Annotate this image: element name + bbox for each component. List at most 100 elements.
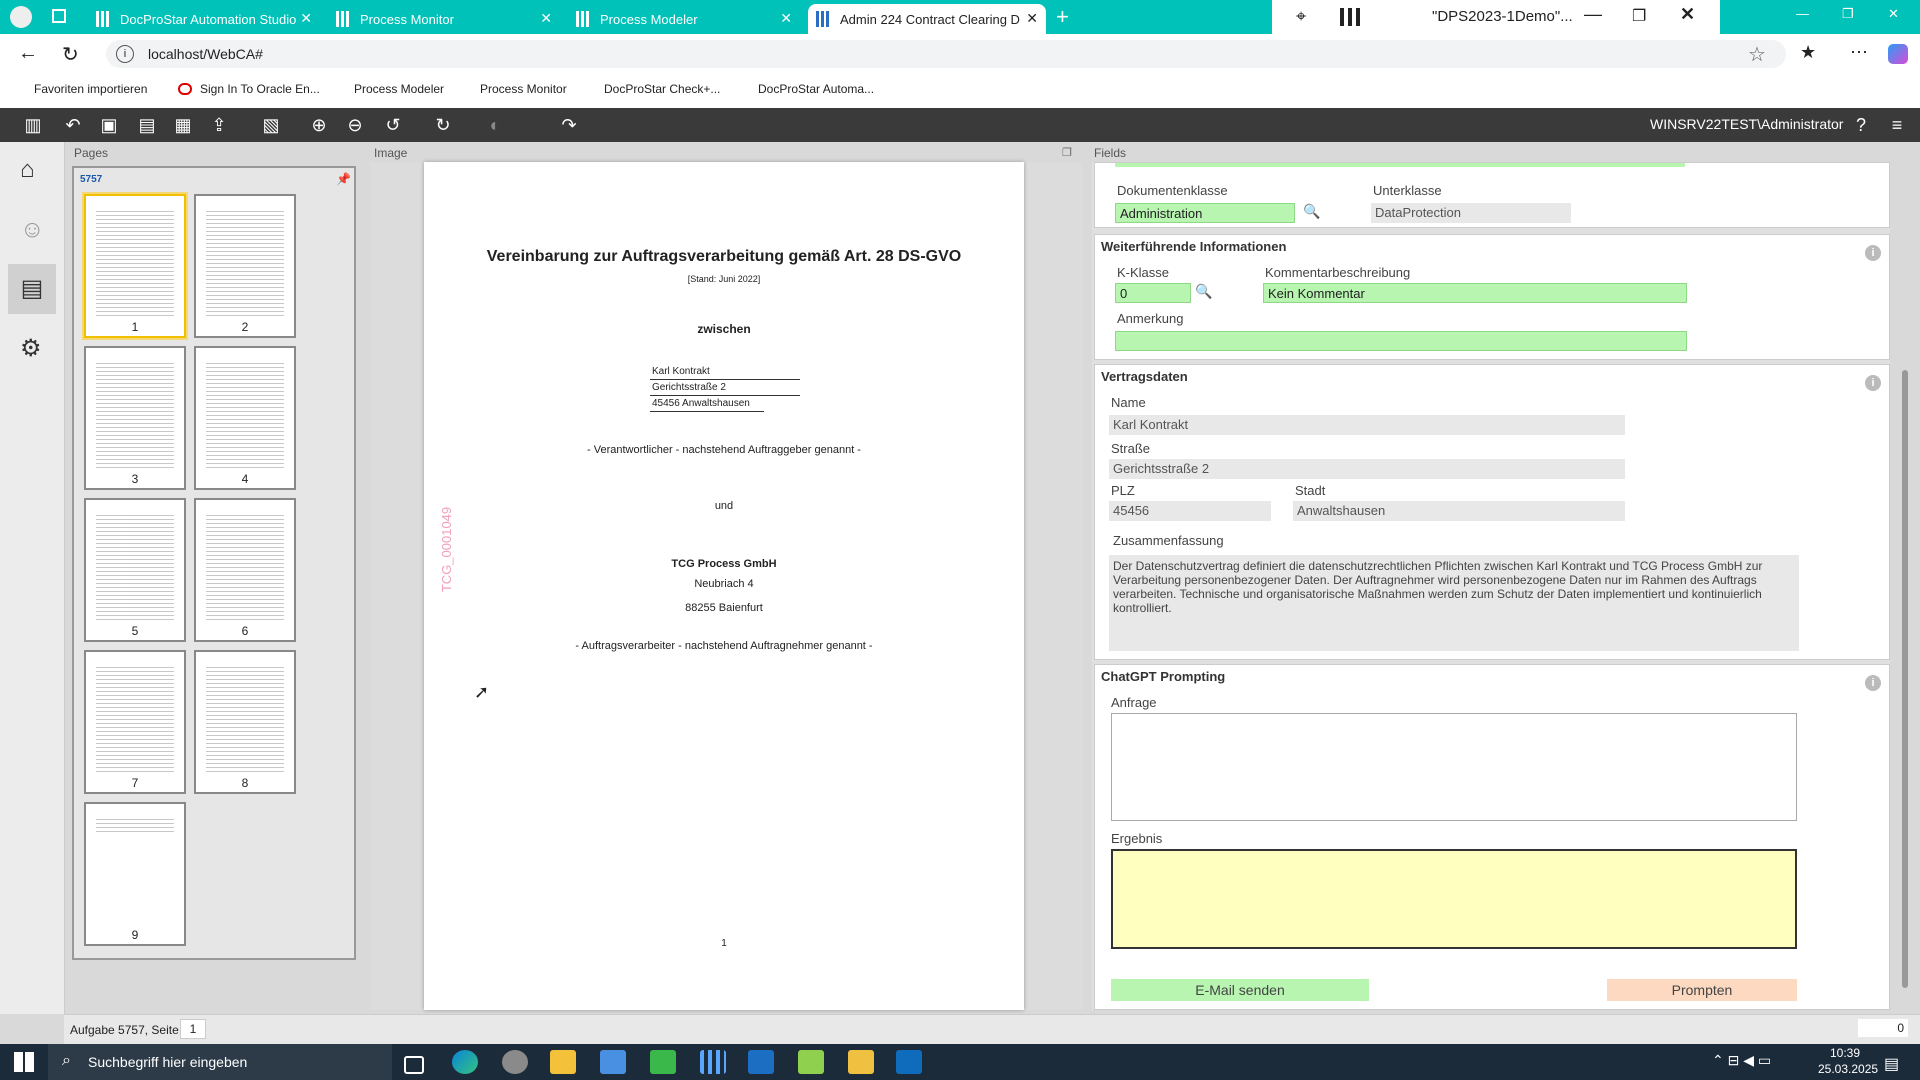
app-icon[interactable]: [650, 1050, 676, 1074]
document-page[interactable]: Vereinbarung zur Auftragsverarbeitung ge…: [424, 162, 1024, 1010]
maximize-icon[interactable]: ❐: [1062, 146, 1072, 159]
rotate-left-icon[interactable]: ↺: [382, 114, 404, 136]
favorite-star-icon[interactable]: ☆: [1748, 42, 1766, 67]
pin-icon[interactable]: 📌: [336, 172, 351, 186]
help-icon[interactable]: ?: [1850, 114, 1872, 136]
close-icon[interactable]: ✕: [1680, 4, 1695, 25]
task-view-icon[interactable]: [404, 1056, 424, 1074]
window-restore-icon[interactable]: ❐: [1842, 6, 1854, 22]
back-icon[interactable]: ←: [18, 42, 38, 65]
user-icon[interactable]: ☺: [20, 216, 45, 244]
forward-icon[interactable]: ↷: [558, 114, 580, 136]
tab-admin-contract[interactable]: Admin 224 Contract Clearing DP... ✕: [808, 4, 1046, 34]
window-close-icon[interactable]: ✕: [1888, 6, 1899, 22]
tab-process-monitor[interactable]: Process Monitor ✕: [328, 4, 560, 34]
dokumentenklasse-field[interactable]: Administration: [1115, 203, 1295, 223]
page-thumbnail[interactable]: 5: [84, 498, 186, 642]
anmerkung-field[interactable]: [1115, 331, 1687, 351]
profile-avatar[interactable]: [10, 6, 32, 28]
clock-time[interactable]: 10:39: [1830, 1046, 1860, 1060]
close-icon[interactable]: ✕: [780, 10, 792, 27]
document-icon[interactable]: ▤: [8, 264, 56, 314]
info-icon[interactable]: i: [1865, 375, 1881, 391]
bookmark-process-modeler[interactable]: Process Modeler: [354, 82, 444, 96]
fields-scrollbar[interactable]: [1902, 370, 1908, 988]
restore-icon[interactable]: ❐: [1632, 6, 1646, 26]
save-forward-icon[interactable]: ▦: [172, 114, 194, 136]
bookmark-process-monitor[interactable]: Process Monitor: [480, 82, 567, 96]
explorer-icon[interactable]: [550, 1050, 576, 1074]
page-thumbnail[interactable]: 4: [194, 346, 296, 490]
favorites-icon[interactable]: ★: [1800, 42, 1816, 63]
inbox-icon[interactable]: ⌂: [20, 156, 35, 184]
prompt-button[interactable]: Prompten: [1607, 979, 1797, 1001]
bookmark-import[interactable]: Favoriten importieren: [34, 82, 147, 96]
anfrage-textarea[interactable]: [1111, 713, 1797, 821]
ergebnis-textarea[interactable]: [1111, 849, 1797, 949]
rotate-right-icon[interactable]: ↻: [432, 114, 454, 136]
search-icon[interactable]: 🔍: [1303, 203, 1320, 220]
page-thumbnail[interactable]: 7: [84, 650, 186, 794]
window-minimize-icon[interactable]: —: [1796, 6, 1809, 21]
info-icon[interactable]: i: [1865, 245, 1881, 261]
unterklasse-field[interactable]: DataProtection: [1371, 203, 1571, 223]
new-tab-button[interactable]: +: [1056, 4, 1069, 30]
page-thumbnail[interactable]: 3: [84, 346, 186, 490]
copilot-icon[interactable]: [1888, 44, 1908, 64]
pages-group-label[interactable]: 5757: [80, 174, 102, 185]
user-settings-icon[interactable]: ⚙: [20, 334, 42, 363]
outlook-icon[interactable]: [896, 1050, 922, 1074]
docprostar-icon[interactable]: [700, 1050, 726, 1074]
reload-icon[interactable]: ↻: [62, 42, 79, 67]
email-send-button[interactable]: E-Mail senden: [1111, 979, 1369, 1001]
edge-icon[interactable]: [452, 1050, 478, 1074]
pin-icon[interactable]: ⌖: [1296, 6, 1306, 27]
undo-icon[interactable]: ↶: [62, 114, 84, 136]
pdf-icon[interactable]: ▧: [260, 114, 282, 136]
stack-icon[interactable]: [848, 1050, 874, 1074]
search-icon[interactable]: 🔍: [1195, 283, 1212, 300]
page-thumbnail[interactable]: 8: [194, 650, 296, 794]
notification-icon[interactable]: ▤: [1884, 1054, 1899, 1074]
app-logo-icon[interactable]: ▥: [22, 114, 44, 136]
url-field[interactable]: i localhost/WebCA#: [106, 40, 1786, 68]
page-thumbnail[interactable]: 9: [84, 802, 186, 946]
kommentar-field[interactable]: Kein Kommentar: [1263, 283, 1687, 303]
plz-field[interactable]: 45456: [1109, 501, 1271, 521]
name-field[interactable]: Karl Kontrakt: [1109, 415, 1625, 435]
close-icon[interactable]: ✕: [300, 10, 312, 27]
clock-date[interactable]: 25.03.2025: [1818, 1062, 1878, 1076]
close-icon[interactable]: ✕: [1026, 10, 1038, 27]
windows-start-icon[interactable]: [14, 1052, 34, 1072]
kklasse-field[interactable]: 0: [1115, 283, 1191, 303]
info-icon[interactable]: i: [116, 45, 134, 63]
notepad-icon[interactable]: [798, 1050, 824, 1074]
app-icon[interactable]: [600, 1050, 626, 1074]
page-thumbnail[interactable]: 2: [194, 194, 296, 338]
more-icon[interactable]: ⋯: [1850, 42, 1868, 63]
zoom-out-icon[interactable]: ⊖: [344, 114, 366, 136]
info-icon[interactable]: i: [1865, 675, 1881, 691]
taskbar-search[interactable]: ⌕ Suchbegriff hier eingeben: [48, 1044, 392, 1080]
bookmark-check[interactable]: DocProStar Check+...: [604, 82, 720, 96]
bookmark-automa[interactable]: DocProStar Automa...: [758, 82, 874, 96]
zoom-in-icon[interactable]: ⊕: [308, 114, 330, 136]
stadt-field[interactable]: Anwaltshausen: [1293, 501, 1625, 521]
tab-process-modeler[interactable]: Process Modeler ✕: [568, 4, 800, 34]
upload-icon[interactable]: ⇪: [208, 114, 230, 136]
page-thumbnail[interactable]: 1: [84, 194, 186, 338]
status-page[interactable]: 1: [180, 1019, 206, 1039]
pad-icon[interactable]: [748, 1050, 774, 1074]
save-all-icon[interactable]: ▤: [136, 114, 158, 136]
save-icon[interactable]: ▣: [98, 114, 120, 136]
tray-icons[interactable]: ⌃ ⊟ ◀ ▭: [1712, 1052, 1771, 1069]
bookmark-oracle[interactable]: Sign In To Oracle En...: [200, 82, 320, 96]
minimize-icon[interactable]: —: [1584, 4, 1602, 25]
tab-automation-studio[interactable]: DocProStar Automation Studio ✕: [88, 4, 320, 34]
close-icon[interactable]: ✕: [540, 10, 552, 27]
split-icon[interactable]: ◐: [484, 114, 506, 136]
zusammen-field[interactable]: Der Datenschutzvertrag definiert die dat…: [1109, 555, 1799, 651]
strasse-field[interactable]: Gerichtsstraße 2: [1109, 459, 1625, 479]
tab-actions-icon[interactable]: [52, 9, 66, 23]
menu-icon[interactable]: ≡: [1886, 114, 1908, 136]
